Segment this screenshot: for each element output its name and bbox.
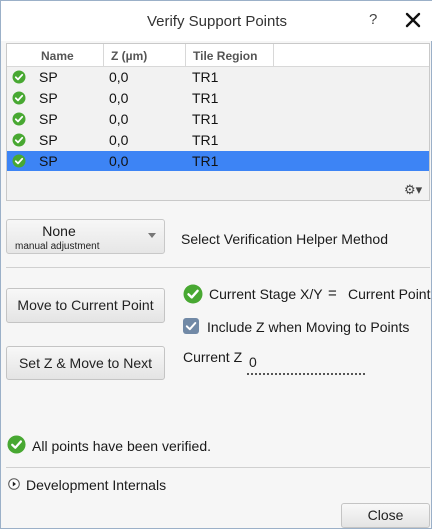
checkmark-icon [185, 322, 197, 331]
set-z-move-next-button[interactable]: Set Z & Move to Next [6, 346, 165, 380]
table-row-selected[interactable]: SP 0,0 TR1 [7, 151, 429, 171]
move-button-label: Move to Current Point [17, 297, 154, 313]
dropdown-selected-value: None [42, 223, 76, 239]
chevron-down-icon [148, 233, 156, 238]
table-row[interactable]: SP 0,0 TR1 [7, 130, 429, 150]
column-divider [273, 44, 274, 66]
table-row[interactable]: SP 0,0 TR1 [7, 88, 429, 108]
helper-method-dropdown[interactable]: None manual adjustment [6, 219, 165, 254]
verified-check-icon [12, 91, 26, 105]
cell-tile-region: TR1 [192, 153, 219, 169]
cell-name: SP [39, 90, 58, 106]
cell-name: SP [39, 111, 58, 127]
cell-tile-region: TR1 [192, 69, 219, 85]
table-row[interactable]: SP 0,0 TR1 [7, 67, 429, 87]
cell-tile-region: TR1 [192, 132, 219, 148]
cell-z: 0,0 [109, 153, 129, 169]
cell-z: 0,0 [109, 111, 129, 127]
verified-check-icon [12, 154, 26, 168]
stage-ok-check-icon [183, 284, 203, 304]
include-z-checkbox[interactable] [183, 318, 199, 334]
verified-check-icon [12, 70, 26, 84]
close-icon[interactable] [403, 10, 423, 30]
column-header-z[interactable]: Z (µm) [111, 49, 147, 63]
table-header: Name Z (µm) Tile Region [7, 44, 429, 67]
all-verified-check-icon [7, 435, 26, 454]
section-divider [6, 267, 430, 268]
equals-sign: = [328, 285, 337, 302]
cell-name: SP [39, 153, 58, 169]
close-button[interactable]: Close [341, 503, 430, 528]
column-header-name[interactable]: Name [41, 49, 74, 63]
gear-icon[interactable]: ⚙▾ [404, 182, 422, 198]
column-divider [103, 44, 104, 66]
help-button[interactable]: ? [369, 11, 377, 28]
cell-z: 0,0 [109, 132, 129, 148]
current-stage-xy-label: Current Stage X/Y [209, 286, 323, 302]
development-internals-toggle[interactable]: Development Internals [26, 477, 166, 493]
support-points-table: Name Z (µm) Tile Region SP 0,0 TR1 SP 0,… [6, 43, 430, 201]
setz-button-label: Set Z & Move to Next [18, 355, 153, 371]
move-to-current-point-button[interactable]: Move to Current Point [6, 288, 165, 323]
cell-z: 0,0 [109, 90, 129, 106]
close-button-label: Close [367, 507, 404, 523]
cell-tile-region: TR1 [192, 90, 219, 106]
current-z-label: Current Z [183, 349, 243, 365]
status-message: All points have been verified. [32, 438, 211, 454]
column-divider [185, 44, 186, 66]
table-row[interactable]: SP 0,0 TR1 [7, 109, 429, 129]
cell-tile-region: TR1 [192, 111, 219, 127]
verify-support-points-dialog: Verify Support Points ? Name Z (µm) Tile… [0, 0, 433, 529]
current-point-label: Current Point [348, 286, 431, 302]
cell-z: 0,0 [109, 69, 129, 85]
current-z-input[interactable] [247, 351, 365, 375]
cell-name: SP [39, 69, 58, 85]
expand-arrow-icon[interactable] [8, 478, 20, 490]
verified-check-icon [12, 112, 26, 126]
cell-name: SP [39, 132, 58, 148]
dropdown-selected-subtext: manual adjustment [15, 241, 100, 252]
include-z-label: Include Z when Moving to Points [207, 319, 410, 335]
column-header-tile-region[interactable]: Tile Region [193, 49, 257, 63]
section-divider [6, 467, 430, 468]
verified-check-icon [12, 133, 26, 147]
title-bar: Verify Support Points ? [1, 1, 433, 41]
helper-method-label: Select Verification Helper Method [181, 231, 388, 247]
